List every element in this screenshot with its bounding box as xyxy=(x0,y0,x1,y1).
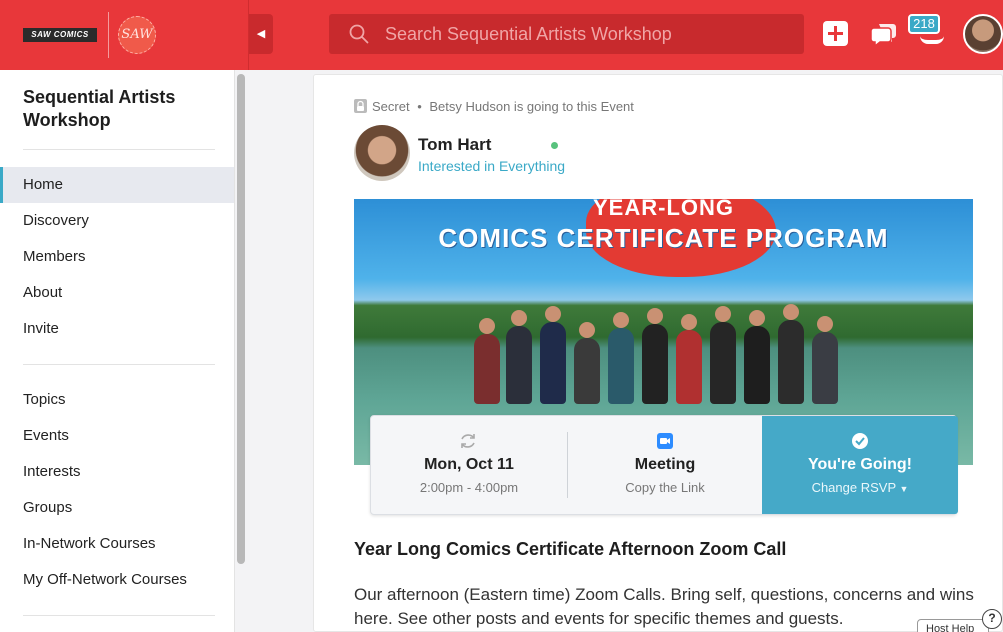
sidebar-scrollbar[interactable] xyxy=(237,74,245,564)
change-rsvp-dropdown[interactable]: Change RSVP ▼ xyxy=(762,480,958,495)
person xyxy=(506,310,532,404)
notification-count-badge: 218 xyxy=(908,14,940,34)
banner-heading-year-long: YEAR-LONG xyxy=(593,199,734,220)
person xyxy=(474,318,500,404)
host-help-button[interactable]: Host Help xyxy=(917,619,989,632)
sidebar-item-groups[interactable]: Groups xyxy=(0,490,234,526)
messages-icon[interactable] xyxy=(871,20,897,46)
rsvp-status: You're Going! xyxy=(808,456,912,473)
caret-down-icon: ▼ xyxy=(899,484,909,494)
sidebar-item-home[interactable]: Home xyxy=(0,167,234,203)
saw-seal-logo[interactable]: SAW xyxy=(118,16,156,54)
zoom-video-icon xyxy=(657,433,673,449)
rsvp-section[interactable]: You're Going! Change RSVP ▼ xyxy=(762,416,958,514)
sidebar-item-off-network-courses[interactable]: My Off-Network Courses xyxy=(0,562,234,598)
event-title[interactable]: Year Long Comics Certificate Afternoon Z… xyxy=(354,539,786,560)
person xyxy=(642,308,668,404)
group-photo xyxy=(474,294,874,404)
sidebar-item-in-network-courses[interactable]: In-Network Courses xyxy=(0,526,234,562)
change-rsvp-label: Change RSVP xyxy=(811,480,896,495)
event-time: 2:00pm - 4:00pm xyxy=(419,480,519,495)
person xyxy=(710,306,736,404)
brand-area: SAW COMICS SAW xyxy=(0,0,249,70)
meeting-label: Meeting xyxy=(634,456,696,473)
search-bar xyxy=(329,14,804,54)
check-circle-icon xyxy=(852,433,868,449)
search-icon xyxy=(349,24,369,44)
sidebar-item-invite[interactable]: Invite xyxy=(0,311,234,347)
sidebar-item-events[interactable]: Events xyxy=(0,418,234,454)
person xyxy=(540,306,566,404)
privacy-line: Secret • Betsy Hudson is going to this E… xyxy=(354,99,634,115)
sidebar-item-discovery[interactable]: Discovery xyxy=(0,203,234,239)
recurring-icon xyxy=(461,434,475,448)
user-avatar[interactable] xyxy=(963,14,1003,54)
help-icon[interactable]: ? xyxy=(982,609,1002,629)
person xyxy=(608,312,634,404)
event-date-section: Mon, Oct 11 2:00pm - 4:00pm xyxy=(371,416,567,514)
sidebar-item-members[interactable]: Members xyxy=(0,239,234,275)
author-name[interactable]: Tom Hart xyxy=(418,135,491,155)
brand-divider xyxy=(108,12,109,58)
top-bar: SAW COMICS SAW ◀ 218 xyxy=(0,0,1003,70)
meeting-link-section[interactable]: Meeting Copy the Link xyxy=(568,416,762,514)
sidebar-item-about[interactable]: About xyxy=(0,275,234,311)
sidebar-item-interests[interactable]: Interests xyxy=(0,454,234,490)
person xyxy=(778,304,804,404)
privacy-label: Secret xyxy=(372,99,410,114)
sidebar-item-topics[interactable]: Topics xyxy=(0,382,234,418)
sidebar: Sequential Artists Workshop Home Discove… xyxy=(0,70,235,632)
notifications-icon[interactable]: 218 xyxy=(908,14,944,50)
person xyxy=(574,322,600,404)
bell-base-icon xyxy=(920,36,944,44)
author-avatar[interactable] xyxy=(354,125,410,181)
attendee-note[interactable]: Betsy Hudson is going to this Event xyxy=(429,99,634,114)
banner-heading-program: COMICS CERTIFICATE PROGRAM xyxy=(438,223,889,253)
saw-comics-logo[interactable]: SAW COMICS xyxy=(23,28,97,42)
person xyxy=(744,310,770,404)
network-title[interactable]: Sequential Artists Workshop xyxy=(23,86,213,132)
lock-icon xyxy=(354,99,367,113)
person xyxy=(812,316,838,404)
search-input[interactable] xyxy=(385,14,795,54)
separator-dot: • xyxy=(417,99,422,114)
event-post-card: Secret • Betsy Hudson is going to this E… xyxy=(313,74,1003,632)
person xyxy=(676,314,702,404)
event-date: Mon, Oct 11 xyxy=(424,456,514,473)
sidebar-divider xyxy=(23,364,215,365)
copy-link[interactable]: Copy the Link xyxy=(568,480,762,495)
sidebar-divider xyxy=(23,149,215,150)
author-subtitle[interactable]: Interested in Everything xyxy=(418,158,565,174)
event-info-box: Mon, Oct 11 2:00pm - 4:00pm Meeting Copy… xyxy=(370,415,958,515)
event-description: Our afternoon (Eastern time) Zoom Calls.… xyxy=(354,585,974,628)
collapse-sidebar-button[interactable]: ◀ xyxy=(249,14,273,54)
online-status-dot xyxy=(551,142,558,149)
sidebar-divider xyxy=(23,615,215,616)
create-post-icon[interactable] xyxy=(823,21,848,46)
